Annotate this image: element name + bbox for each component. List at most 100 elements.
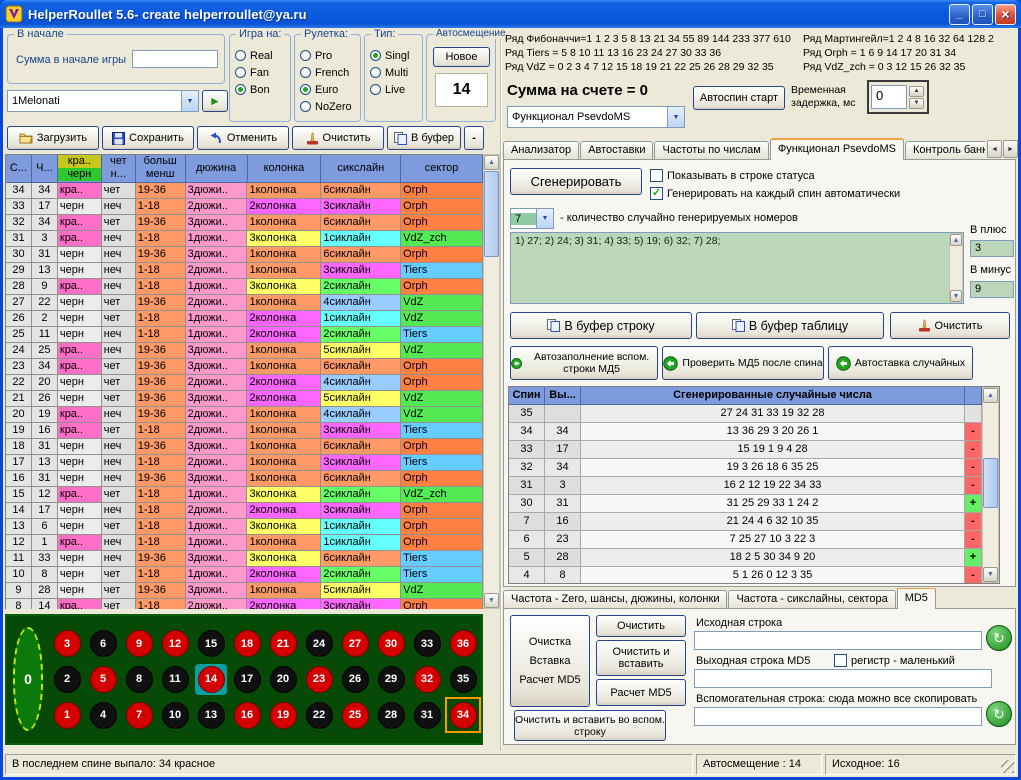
bottom-tab-2[interactable]: MD5 [897,588,936,609]
aux-string-input[interactable] [694,707,982,726]
radio-option-live[interactable]: Live [365,81,422,98]
board-number-11[interactable]: 11 [159,664,191,696]
history-row[interactable]: 1831черннеч19-363дюжи..1колонка6сиклайнO… [6,439,483,455]
check-md5-button[interactable]: Проверить МД5 после спина [662,346,824,380]
undo-button[interactable]: Отменить [197,126,289,150]
load-button[interactable]: Загрузить [7,126,99,150]
tab-4[interactable]: Контроль банкролл [905,141,985,160]
play-button[interactable]: ► [202,90,228,112]
tab-scroll-left-button[interactable]: ◄ [987,140,1002,158]
tab-1[interactable]: Автоставки [580,141,653,160]
buffer-table-button[interactable]: В буфер таблицу [696,312,884,339]
board-number-21[interactable]: 21 [267,628,299,660]
history-row[interactable]: 2334кра..чет19-363дюжи..1колонка6сиклайн… [6,359,483,375]
board-number-14[interactable]: 14 [195,664,227,696]
history-row[interactable]: 2220чернчет19-362дюжи..2колонка4сиклайнO… [6,375,483,391]
bottom-tab-1[interactable]: Частота - сикслайны, сектора [728,590,895,609]
board-number-19[interactable]: 19 [267,699,299,731]
tab-0[interactable]: Анализатор [503,141,579,160]
board-number-20[interactable]: 20 [267,664,299,696]
history-row[interactable]: 1631черннеч19-363дюжи..1колонка6сиклайнO… [6,471,483,487]
spin-down-button[interactable]: ▼ [909,98,924,109]
tab-scroll-right-button[interactable]: ► [1003,140,1018,158]
scroll-down-button[interactable]: ▼ [950,290,962,302]
history-row[interactable]: 3317черннеч1-182дюжи..2колонка3сиклайнOr… [6,199,483,215]
history-row[interactable]: 3031черннеч19-363дюжи..1колонка6сиклайнO… [6,247,483,263]
history-row[interactable]: 2913черннеч1-182дюжи..1колонка3сиклайнTi… [6,263,483,279]
radio-option-real[interactable]: Real [230,47,290,64]
genstr-scrollbar[interactable]: ▲ ▼ [949,233,963,303]
gen-row[interactable]: 485 1 26 0 12 3 35- [509,567,999,584]
tab-3[interactable]: Функционал PsevdoMS [770,138,904,160]
board-number-10[interactable]: 10 [159,699,191,731]
board-number-2[interactable]: 2 [51,664,83,696]
board-number-31[interactable]: 31 [411,699,443,731]
chevron-down-icon[interactable]: ▼ [536,209,553,228]
history-row[interactable]: 1713черннеч1-182дюжи..1колонка3сиклайнTi… [6,455,483,471]
board-number-7[interactable]: 7 [123,699,155,731]
board-number-6[interactable]: 6 [87,628,119,660]
history-row[interactable]: 2019кра..неч19-362дюжи..1колонка4сиклайн… [6,407,483,423]
board-number-25[interactable]: 25 [339,699,371,731]
board-number-36[interactable]: 36 [447,628,479,660]
history-row[interactable]: 2722чернчет19-362дюжи..1колонка4сиклайнV… [6,295,483,311]
autospin-button[interactable]: Автоспин старт [693,86,785,110]
scroll-thumb[interactable] [983,458,998,508]
generate-button[interactable]: Сгенерировать [510,168,642,195]
board-number-1[interactable]: 1 [51,699,83,731]
board-number-0[interactable]: 0 [13,627,43,731]
history-row[interactable]: 313кра..неч1-181дюжи..3колонка1сиклайнVd… [6,231,483,247]
scroll-down-button[interactable]: ▼ [484,593,499,608]
history-row[interactable]: 1916кра..чет1-182дюжи..1колонка3сиклайнT… [6,423,483,439]
history-row[interactable]: 289кра..неч1-181дюжи..3колонка2сиклайнOr… [6,279,483,295]
history-row[interactable]: 3434кра..чет19-363дюжи..1колонка6сиклайн… [6,183,483,199]
generated-table-scrollbar[interactable]: ▲ ▼ [982,387,999,583]
md5-clear-button[interactable]: Очистить [596,615,686,637]
gen-row[interactable]: 331715 19 1 9 4 28- [509,441,999,459]
board-number-15[interactable]: 15 [195,628,227,660]
gen-row[interactable]: 6237 25 27 10 3 22 3- [509,531,999,549]
checkbox-icon[interactable] [834,654,847,667]
board-number-26[interactable]: 26 [339,664,371,696]
recycle-aux-button[interactable]: ↻ [986,701,1012,727]
autofill-md5-button[interactable]: Автозаполнение вспом. строки МД5 [510,346,658,380]
gen-row[interactable]: 323419 3 26 18 6 35 25- [509,459,999,477]
history-row[interactable]: 814кра..чет1-182дюжи..2колонка3сиклайнOr… [6,599,483,609]
md5-clear-paste-aux-button[interactable]: Очистить и вставить во вспом. строку [514,710,666,741]
board-number-12[interactable]: 12 [159,628,191,660]
history-row[interactable]: 1512кра..чет1-181дюжи..3колонка2сиклайнV… [6,487,483,503]
clear-generated-button[interactable]: Очистить [890,312,1010,339]
scroll-up-button[interactable]: ▲ [484,155,499,170]
scroll-down-button[interactable]: ▼ [983,567,998,582]
gen-row[interactable]: 3527 24 31 33 19 32 28 [509,405,999,423]
delay-value[interactable]: 0 [871,85,907,109]
spin-up-button[interactable]: ▲ [909,86,924,97]
board-number-9[interactable]: 9 [123,628,155,660]
resize-grip[interactable] [1001,760,1014,773]
board-number-28[interactable]: 28 [375,699,407,731]
board-number-23[interactable]: 23 [303,664,335,696]
radio-option-multi[interactable]: Multi [365,64,422,81]
functional-combobox[interactable]: Функционал PsevdoMS ▼ [507,106,685,128]
scroll-up-button[interactable]: ▲ [983,388,998,403]
radio-option-fan[interactable]: Fan [230,64,290,81]
start-sum-input[interactable] [132,50,218,68]
history-row[interactable]: 2511черннеч1-181дюжи..2колонка2сиклайнTi… [6,327,483,343]
to-buffer-button[interactable]: В буфер [387,126,461,150]
checkbox-show-status[interactable]: Показывать в строке статуса [650,169,815,182]
board-number-35[interactable]: 35 [447,664,479,696]
history-row[interactable]: 1417черннеч1-182дюжи..2колонка3сиклайнOr… [6,503,483,519]
source-string-input[interactable] [694,631,982,650]
radio-option-bon[interactable]: Bon [230,81,290,98]
recycle-source-button[interactable]: ↻ [986,625,1012,651]
radio-option-euro[interactable]: Euro [295,81,360,98]
gen-row[interactable]: 71621 24 4 6 32 10 35- [509,513,999,531]
scroll-thumb[interactable] [484,171,499,257]
preset-combobox[interactable]: 1Melonati ▼ [7,90,199,112]
board-number-3[interactable]: 3 [51,628,83,660]
count-combobox[interactable]: 7 ▼ [510,208,554,229]
checkbox-auto-generate[interactable]: ✓ Генерировать на каждый спин автоматиче… [650,187,900,200]
radio-option-nozero[interactable]: NoZero [295,98,360,115]
radio-option-french[interactable]: French [295,64,360,81]
board-number-33[interactable]: 33 [411,628,443,660]
